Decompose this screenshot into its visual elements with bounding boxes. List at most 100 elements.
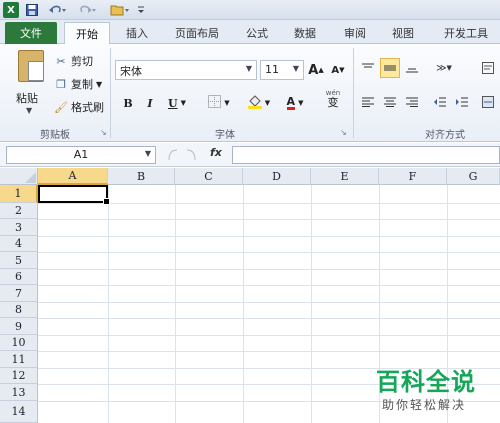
tab-developer[interactable]: 开发工具: [434, 22, 498, 44]
chevron-down-icon: ▼: [96, 79, 103, 89]
excel-icon[interactable]: X: [3, 2, 19, 18]
merge-center-button[interactable]: [478, 92, 498, 112]
insert-function-button[interactable]: fx: [210, 146, 222, 159]
chevron-down-icon: ▼: [264, 99, 271, 107]
save-icon[interactable]: [25, 2, 39, 18]
customize-arrow-icon[interactable]: [136, 2, 146, 18]
scissors-icon: ✂: [56, 54, 66, 68]
chevron-down-icon: ▼: [180, 99, 186, 107]
bold-button[interactable]: B: [120, 94, 136, 112]
ribbon: 粘贴 ▼ ✂ 剪切 ❐ 复制 ▼ 🖌 格式刷 剪贴板 ↘ 宋体 ▼ 11 ▼ A ▲ A ▼…: [0, 44, 500, 142]
active-cell-a1[interactable]: [38, 185, 110, 205]
undo-icon[interactable]: [48, 2, 66, 18]
align-left-button[interactable]: [358, 92, 378, 112]
chevron-down-icon: ▼: [298, 99, 304, 107]
row-header[interactable]: 4: [0, 236, 38, 252]
row-header[interactable]: 13: [0, 384, 38, 401]
dialog-launcher-icon[interactable]: ↘: [340, 128, 347, 137]
italic-button[interactable]: I: [142, 94, 158, 112]
ribbon-tab-row: 文件 开始 插入 页面布局 公式 数据 审阅 视图 开发工具: [0, 20, 500, 45]
formula-bar: A1 ▼ fx: [0, 143, 500, 167]
row-header[interactable]: 14: [0, 401, 38, 423]
folder-open-icon[interactable]: [110, 2, 130, 18]
font-size-select[interactable]: 11 ▼: [260, 60, 304, 80]
column-header-d[interactable]: D: [243, 168, 311, 185]
fill-color-button[interactable]: ▼: [244, 94, 274, 112]
chevron-down-icon: ▼: [292, 64, 299, 73]
orientation-button[interactable]: ≫ ▼: [430, 58, 458, 78]
watermark-title: 百科全说: [376, 368, 476, 396]
tab-home[interactable]: 开始: [64, 22, 110, 45]
format-painter-button[interactable]: 🖌 格式刷: [54, 98, 104, 116]
row-header[interactable]: 2: [0, 203, 38, 219]
formula-input[interactable]: [232, 146, 500, 164]
grid-line: [311, 185, 312, 423]
chevron-down-icon: ▼: [144, 149, 151, 158]
chevron-down-icon: ▼: [26, 106, 33, 115]
title-bar: X: [0, 0, 500, 20]
font-color-button[interactable]: A ▼: [280, 94, 310, 112]
paint-bucket-icon: [247, 94, 262, 112]
decrease-indent-button[interactable]: [430, 92, 450, 112]
grid-line: [38, 335, 500, 336]
align-bottom-button[interactable]: [402, 58, 422, 78]
copy-button[interactable]: ❐ 复制 ▼: [54, 75, 102, 93]
brush-icon: 🖌: [54, 100, 68, 114]
shrink-font-button[interactable]: A ▼: [330, 61, 346, 79]
increase-indent-button[interactable]: [452, 92, 472, 112]
column-header-b[interactable]: B: [108, 168, 175, 185]
dialog-launcher-icon[interactable]: ↘: [100, 128, 107, 137]
grid-line: [38, 252, 500, 253]
grid-line: [38, 269, 500, 270]
border-icon: [208, 95, 222, 111]
name-box[interactable]: A1 ▼: [6, 146, 156, 164]
row-header[interactable]: 9: [0, 318, 38, 335]
grid-line: [38, 351, 500, 352]
select-all-corner[interactable]: [0, 168, 38, 185]
tab-file[interactable]: 文件: [5, 22, 57, 44]
clipboard-group-label: 剪贴板: [40, 130, 70, 141]
row-header[interactable]: 10: [0, 335, 38, 351]
tab-data[interactable]: 数据: [286, 22, 324, 44]
tab-view[interactable]: 视图: [384, 22, 422, 44]
font-name-select[interactable]: 宋体 ▼: [115, 60, 257, 80]
align-middle-button[interactable]: [380, 58, 400, 78]
tab-insert[interactable]: 插入: [118, 22, 156, 44]
row-header[interactable]: 6: [0, 269, 38, 285]
row-header[interactable]: 5: [0, 252, 38, 269]
column-header-e[interactable]: E: [311, 168, 379, 185]
row-header[interactable]: 1: [0, 185, 38, 203]
align-right-button[interactable]: [402, 92, 422, 112]
grid-line: [38, 302, 500, 303]
phonetic-button[interactable]: wén 变: [318, 89, 348, 109]
row-header[interactable]: 7: [0, 285, 38, 302]
row-header[interactable]: 11: [0, 351, 38, 368]
wrap-text-button[interactable]: [478, 58, 498, 78]
cut-button[interactable]: ✂ 剪切: [54, 52, 93, 70]
orientation-icon: ≫: [436, 62, 447, 74]
column-header-g[interactable]: G: [447, 168, 500, 185]
group-divider: [110, 48, 111, 138]
tab-review[interactable]: 审阅: [336, 22, 374, 44]
align-center-button[interactable]: [380, 92, 400, 112]
grid-line: [38, 318, 500, 319]
row-header[interactable]: 12: [0, 368, 38, 384]
tab-page-layout[interactable]: 页面布局: [166, 22, 228, 44]
grow-arrow-icon: ▲: [318, 66, 324, 74]
align-top-button[interactable]: [358, 58, 378, 78]
underline-button[interactable]: U ▼: [164, 94, 190, 112]
grid-line: [38, 285, 500, 286]
column-header-a[interactable]: A: [38, 168, 108, 185]
paste-label: 粘贴: [16, 92, 38, 105]
row-header[interactable]: 3: [0, 219, 38, 236]
paste-button[interactable]: 粘贴 ▼: [14, 48, 48, 120]
borders-button[interactable]: ▼: [204, 94, 234, 112]
grid-line: [38, 219, 500, 220]
grow-font-button[interactable]: A ▲: [308, 61, 324, 79]
row-header[interactable]: 8: [0, 302, 38, 318]
copy-icon: ❐: [56, 77, 66, 91]
column-header-c[interactable]: C: [175, 168, 243, 185]
redo-icon[interactable]: [78, 2, 96, 18]
column-header-f[interactable]: F: [379, 168, 447, 185]
tab-formulas[interactable]: 公式: [238, 22, 276, 44]
